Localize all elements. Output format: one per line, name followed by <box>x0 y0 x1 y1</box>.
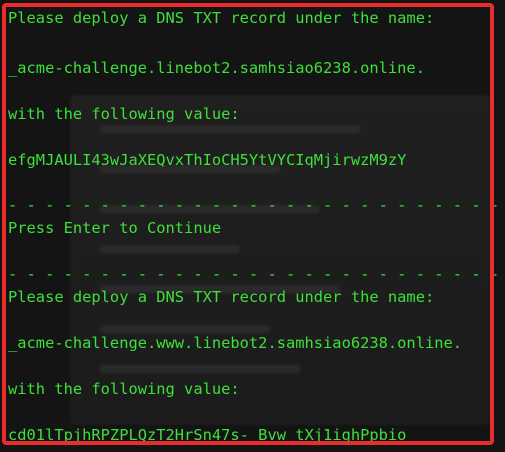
dns-instruction-line: Please deploy a DNS TXT record under the… <box>8 9 435 27</box>
background-text-line <box>100 325 270 333</box>
dns-record-name: _acme-challenge.linebot2.samhsiao6238.on… <box>8 59 425 77</box>
dns-instruction-line: Please deploy a DNS TXT record under the… <box>8 288 435 306</box>
press-enter-prompt: Press Enter to Continue <box>8 219 222 237</box>
separator-line: - - - - - - - - - - - - - - - - - - - - … <box>8 265 500 283</box>
value-instruction-line: with the following value: <box>8 105 240 123</box>
txt-record-value: cd01lTpjhRPZPLQzT2HrSn47s-_Bvw_tXj1ighPp… <box>8 426 407 444</box>
terminal-output: Please deploy a DNS TXT record under the… <box>8 8 499 444</box>
background-text-line <box>100 245 240 253</box>
value-instruction-line: with the following value: <box>8 380 240 398</box>
terminal-window[interactable]: Please deploy a DNS TXT record under the… <box>0 0 505 452</box>
background-text-line <box>100 365 300 373</box>
separator-line: - - - - - - - - - - - - - - - - - - - - … <box>8 196 500 214</box>
dns-record-name: _acme-challenge.www.linebot2.samhsiao623… <box>8 334 463 352</box>
txt-record-value: efgMJAULI43wJaXEQvxThIoCH5YtVYCIqMjirwzM… <box>8 151 407 169</box>
